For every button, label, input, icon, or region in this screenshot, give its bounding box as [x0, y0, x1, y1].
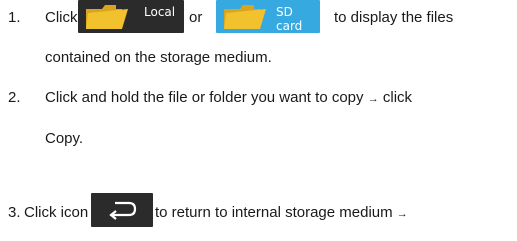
sd-card-button-label: SD card — [276, 5, 303, 33]
step-2-line-end: click — [382, 89, 413, 106]
step-2-number: 2. — [8, 89, 21, 106]
step-3-number: 3. — [8, 204, 21, 221]
back-button[interactable] — [91, 193, 153, 227]
step-2-line: Click and hold the file or folder you wa… — [45, 89, 364, 106]
step-3-click-text: Click icon — [24, 204, 89, 221]
local-button-label: Local — [144, 5, 176, 19]
step-1-number: 1. — [8, 9, 21, 26]
step-1-display-text: to display the files — [334, 9, 454, 26]
step-3-arrow: → — [396, 208, 408, 220]
step-1-click-text: Click — [45, 9, 78, 26]
step-2-continuation: Copy. — [45, 130, 84, 147]
step-3-return-text: to return to internal storage medium — [155, 204, 393, 221]
folder-icon — [86, 5, 128, 29]
step-2-arrow: → — [367, 93, 379, 105]
local-button[interactable]: Local — [78, 0, 184, 33]
step-3-text: to return to internal storage medium → — [155, 204, 408, 223]
step-1-or-text: or — [189, 9, 203, 26]
sd-card-button[interactable]: SD card — [216, 0, 320, 33]
step-2-text: Click and hold the file or folder you wa… — [45, 89, 412, 108]
step-1-continuation: contained on the storage medium. — [45, 49, 272, 66]
folder-icon — [224, 5, 266, 29]
back-arrow-icon — [109, 201, 137, 220]
